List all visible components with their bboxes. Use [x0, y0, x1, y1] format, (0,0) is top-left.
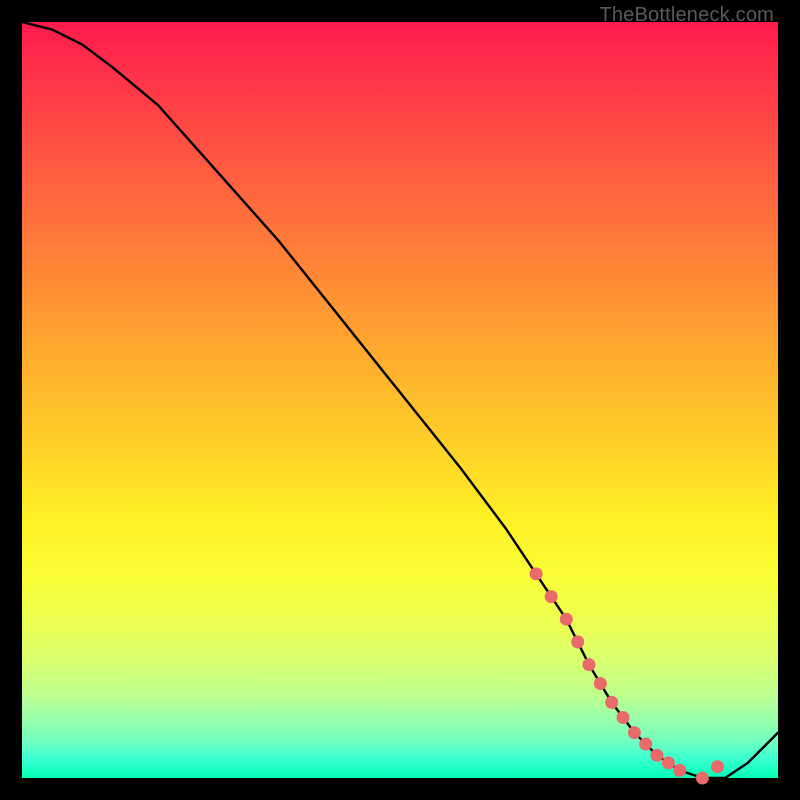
bottleneck-curve	[22, 22, 778, 778]
chart-frame	[22, 22, 778, 778]
highlight-dot	[605, 696, 618, 709]
highlight-dot	[662, 756, 675, 769]
highlight-dot	[545, 590, 558, 603]
highlight-markers	[530, 567, 724, 784]
highlight-dot	[651, 749, 664, 762]
highlight-dot	[696, 772, 709, 785]
highlight-dot	[530, 567, 543, 580]
highlight-dot	[628, 726, 641, 739]
highlight-dot	[560, 613, 573, 626]
watermark-text: TheBottleneck.com	[599, 4, 774, 27]
highlight-dot	[571, 635, 584, 648]
highlight-dot	[594, 677, 607, 690]
highlight-dot	[583, 658, 596, 671]
highlight-dot	[639, 738, 652, 751]
highlight-dot	[673, 764, 686, 777]
highlight-dot	[617, 711, 630, 724]
highlight-dot	[711, 760, 724, 773]
chart-svg	[22, 22, 778, 778]
